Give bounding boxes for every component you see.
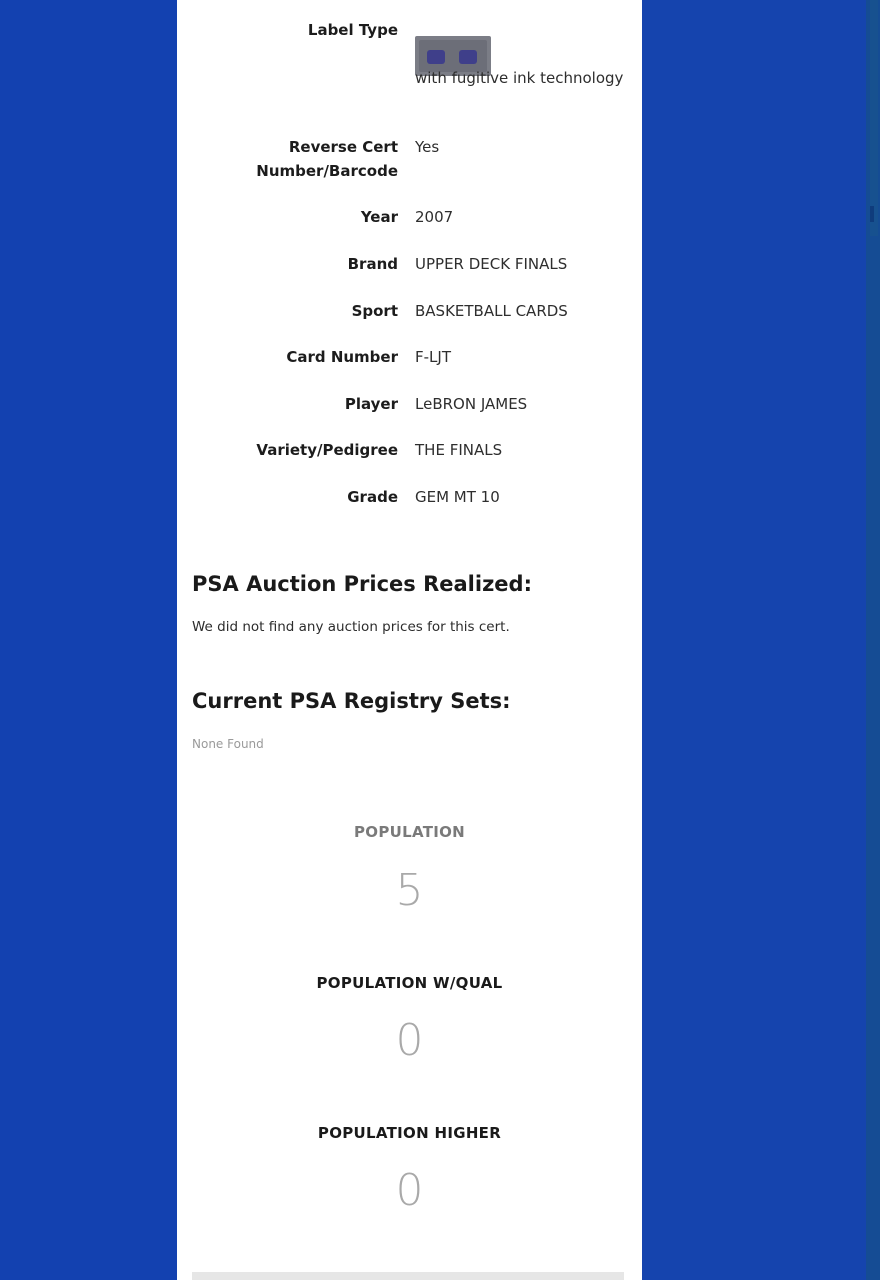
registry-sets-heading: Current PSA Registry Sets: (192, 689, 511, 713)
detail-value: 2007 (415, 208, 454, 226)
detail-value: LeBRON JAMES (415, 395, 528, 413)
detail-label: Card Number (286, 348, 398, 366)
cert-details-panel: Label Type with fugitive ink technology … (177, 0, 642, 1280)
detail-value: BASKETBALL CARDS (415, 302, 568, 320)
next-section-bar (192, 1272, 624, 1280)
page-background-right (642, 0, 880, 1280)
detail-label: Year (360, 208, 398, 226)
population-value: 5 (395, 865, 424, 916)
registry-sets-message: None Found (192, 737, 264, 751)
auction-prices-heading: PSA Auction Prices Realized: (192, 572, 532, 596)
detail-label: Player (344, 395, 398, 413)
detail-value: with fugitive ink technology (415, 69, 624, 87)
scrollbar-marker (870, 206, 874, 222)
detail-label: Grade (347, 488, 398, 506)
detail-value: THE FINALS (415, 441, 503, 459)
detail-label: Label Type (307, 21, 398, 39)
population-qual-label: POPULATION W/QUAL (316, 974, 503, 992)
detail-value: Yes (415, 138, 440, 156)
detail-value: GEM MT 10 (415, 488, 500, 506)
scrollbar-track[interactable] (866, 0, 880, 1280)
detail-value: UPPER DECK FINALS (415, 255, 568, 273)
detail-label: Variety/Pedigree (256, 441, 398, 459)
scrollbar-thumb[interactable] (870, 0, 878, 236)
auction-prices-message: We did not find any auction prices for t… (192, 619, 510, 635)
population-qual-value: 0 (395, 1015, 424, 1066)
detail-label: Sport (351, 302, 398, 320)
population-higher-label: POPULATION HIGHER (317, 1124, 502, 1142)
detail-label: Brand (347, 255, 398, 273)
population-higher-value: 0 (395, 1165, 424, 1216)
population-label: POPULATION (353, 823, 466, 841)
detail-label: Reverse Cert Number/Barcode (256, 138, 398, 180)
detail-value: F-LJT (415, 348, 451, 366)
